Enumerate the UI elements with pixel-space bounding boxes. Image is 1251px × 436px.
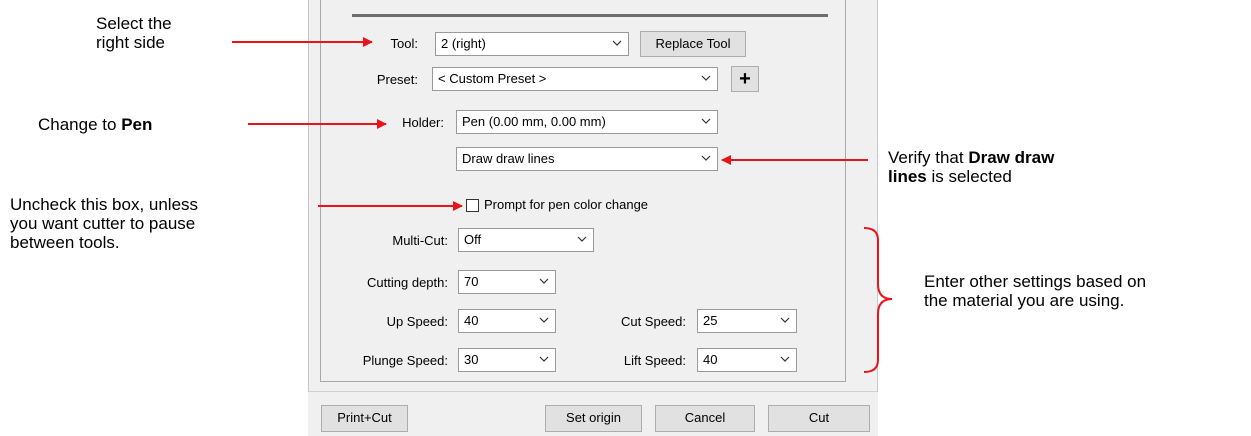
annotation-verify-draw: Verify that Draw draw lines is selected	[888, 148, 1054, 186]
annotation-bold: Draw draw	[968, 148, 1055, 167]
annotation-enter-settings: Enter other settings based on the materi…	[924, 272, 1146, 310]
annotation-line: Select the	[96, 14, 172, 33]
annotation-line: Enter other settings based on	[924, 272, 1147, 291]
annotation-line: the material you are using.	[924, 291, 1125, 310]
annotation-select-right: Select the right side	[96, 14, 172, 52]
annotation-text: is selected	[926, 167, 1012, 186]
annotation-change-pen: Change to Pen	[38, 115, 152, 134]
annotation-bold: Pen	[121, 115, 153, 134]
annotation-uncheck-box: Uncheck this box, unless you want cutter…	[10, 195, 198, 252]
annotation-text: Change to	[38, 115, 122, 134]
annotation-line: between tools.	[10, 233, 120, 252]
annotation-text: Verify that	[888, 148, 969, 167]
settings-bracket	[863, 227, 893, 373]
annotation-line: right side	[96, 33, 165, 52]
annotation-line: you want cutter to pause	[10, 214, 196, 233]
annotation-bold: lines	[888, 167, 927, 186]
annotation-line: Uncheck this box, unless	[10, 195, 199, 214]
